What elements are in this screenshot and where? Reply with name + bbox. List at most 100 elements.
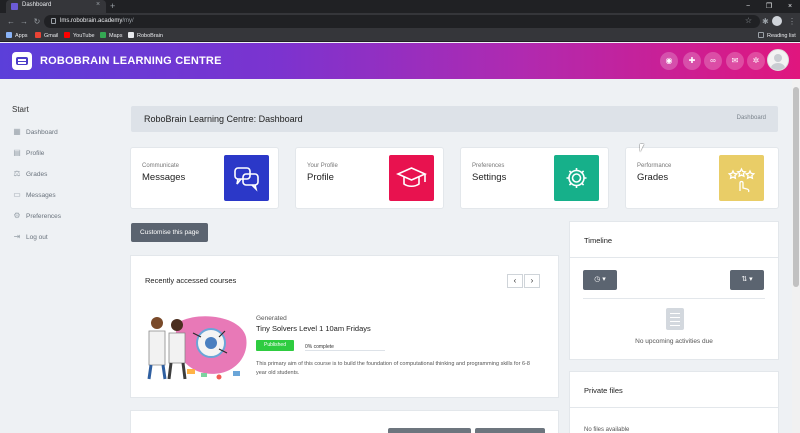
timeline-filter-dropdown[interactable]: ◷ ▾	[583, 270, 617, 290]
sidebar-item-messages[interactable]: ▭ Messages	[12, 189, 55, 203]
link-icon[interactable]: ∞	[704, 52, 722, 70]
reload-icon[interactable]: ↻	[32, 16, 42, 27]
minimize-button[interactable]: −	[740, 0, 756, 13]
private-files-block: Private files No files available	[570, 372, 778, 433]
sidebar-item-label: Log out	[26, 234, 48, 241]
address-bar[interactable]: lms.robobrain.academy/my/ ☆	[44, 15, 760, 28]
bookmark-label: Gmail	[44, 33, 59, 39]
eye-icon[interactable]: ◉	[660, 52, 678, 70]
page-title: RoboBrain Learning Centre: Dashboard	[144, 114, 303, 124]
progress-bar	[305, 350, 385, 351]
bookmark-apps[interactable]: Apps	[6, 32, 28, 40]
dashboard-icon: ▦	[13, 127, 21, 136]
scroll-thumb[interactable]	[793, 87, 799, 287]
course-name-link[interactable]: Tiny Solvers Level 1 10am Fridays	[256, 324, 371, 333]
gmail-icon	[35, 32, 41, 38]
bookmark-label: Maps	[109, 33, 123, 39]
bookmark-youtube[interactable]: YouTube	[64, 32, 95, 40]
back-icon[interactable]: ←	[6, 16, 16, 27]
prev-page-button[interactable]: ‹	[507, 274, 523, 288]
graduation-cap-icon	[389, 155, 434, 201]
messages-card[interactable]: Communicate Messages	[131, 148, 278, 208]
card-label: Communicate	[142, 163, 180, 169]
sidebar-item-label: Preferences	[26, 213, 62, 220]
card-label: Preferences	[472, 163, 505, 169]
bookmark-star-icon[interactable]: ☆	[745, 16, 752, 25]
sidebar-item-label: Grades	[26, 171, 48, 178]
sort-icon: ⇅	[741, 276, 748, 283]
block-title: Private files	[584, 386, 623, 395]
sidebar-heading: Start	[12, 105, 29, 114]
puzzle-icon[interactable]: ✚	[683, 52, 701, 70]
timeline-sort-dropdown[interactable]: ⇅ ▾	[730, 270, 764, 290]
sidebar-item-logout[interactable]: ⇥ Log out	[12, 231, 48, 245]
divider	[570, 257, 778, 258]
timeline-block: Timeline ◷ ▾ ⇅ ▾ No upcoming activities …	[570, 222, 778, 359]
bookmark-robobrain[interactable]: RoboBrain	[128, 32, 163, 40]
bookmark-label: Apps	[15, 33, 28, 39]
profile-card[interactable]: Your Profile Profile	[296, 148, 443, 208]
status-badge: Published	[256, 340, 294, 351]
maximize-button[interactable]: ❐	[761, 0, 777, 13]
block-title: Timeline	[584, 236, 613, 245]
bookmarks-bar: Apps Gmail YouTube Maps RoboBrain Readin…	[0, 30, 800, 42]
browser-tab-strip: Dashboard × + − ❐ ×	[0, 0, 800, 13]
block-action-button[interactable]	[475, 428, 545, 433]
customise-page-button[interactable]: Customise this page	[131, 223, 208, 242]
sidebar-item-label: Dashboard	[26, 129, 58, 136]
page-header: RoboBrain Learning Centre: Dashboard Das…	[131, 106, 778, 132]
user-avatar[interactable]	[767, 49, 789, 71]
tab-close-icon[interactable]: ×	[96, 1, 100, 8]
robobrain-logo[interactable]	[12, 52, 32, 70]
sidebar: Start ▦ Dashboard ▤ Profile ⚖ Grades ▭ Messa…	[0, 79, 115, 433]
tab-title: Dashboard	[22, 2, 52, 8]
new-tab-button[interactable]: +	[110, 0, 115, 13]
browser-toolbar: ← → ↻ lms.robobrain.academy/my/ ☆ ✱ ⋮	[0, 13, 800, 30]
browser-menu-icon[interactable]: ⋮	[788, 16, 796, 27]
sidebar-item-profile[interactable]: ▤ Profile	[12, 147, 44, 161]
gear-icon[interactable]: ✲	[747, 52, 765, 70]
empty-message: No files available	[584, 427, 630, 433]
course-image[interactable]	[143, 313, 248, 383]
reading-list[interactable]: Reading list	[758, 32, 796, 40]
preferences-icon: ⚙	[13, 211, 21, 220]
stars-icon	[719, 155, 764, 201]
recent-courses-block: Recently accessed courses ‹ › Generated …	[131, 256, 558, 397]
profile-icon: ▤	[13, 148, 21, 157]
breadcrumb[interactable]: Dashboard	[737, 115, 766, 121]
browser-tab[interactable]: Dashboard ×	[6, 0, 106, 13]
url-text[interactable]: lms.robobrain.academy/my/	[60, 18, 134, 24]
page-icon	[128, 32, 134, 38]
sidebar-item-preferences[interactable]: ⚙ Preferences	[12, 210, 61, 224]
site-brand[interactable]: ROBOBRAIN LEARNING CENTRE	[40, 55, 222, 67]
sidebar-item-dashboard[interactable]: ▦ Dashboard	[12, 126, 58, 140]
lock-icon	[51, 18, 56, 24]
divider	[583, 298, 765, 299]
url-host: lms.robobrain.academy	[60, 18, 123, 24]
browser-profile-avatar[interactable]	[772, 16, 782, 26]
page-scrollbar[interactable]	[792, 79, 800, 433]
settings-card[interactable]: Preferences Settings	[461, 148, 608, 208]
youtube-icon	[64, 32, 70, 38]
sidebar-item-grades[interactable]: ⚖ Grades	[12, 168, 47, 182]
bookmark-gmail[interactable]: Gmail	[35, 32, 58, 40]
course-summary: This primary aim of this course is to bu…	[256, 361, 530, 376]
bookmark-label: RoboBrain	[137, 33, 163, 39]
app-header: ROBOBRAIN LEARNING CENTRE ◉ ✚ ∞ ✉ ✲	[0, 43, 800, 79]
close-window-button[interactable]: ×	[782, 0, 798, 13]
next-page-button[interactable]: ›	[524, 274, 540, 288]
extensions-icon[interactable]: ✱	[762, 16, 769, 27]
url-path: /my/	[122, 18, 134, 24]
forward-icon[interactable]: →	[19, 16, 29, 27]
card-title: Profile	[307, 172, 334, 183]
mail-icon[interactable]: ✉	[726, 52, 744, 70]
block-action-button[interactable]	[388, 428, 471, 433]
card-label: Your Profile	[307, 163, 338, 169]
clock-icon: ◷	[594, 276, 601, 283]
bookmark-maps[interactable]: Maps	[100, 32, 122, 40]
reading-list-label: Reading list	[767, 33, 796, 39]
reading-list-icon	[758, 32, 764, 38]
chevron-down-icon: ▾	[602, 276, 606, 283]
grades-card[interactable]: Performance Grades	[626, 148, 778, 208]
chevron-down-icon: ▾	[749, 276, 753, 283]
